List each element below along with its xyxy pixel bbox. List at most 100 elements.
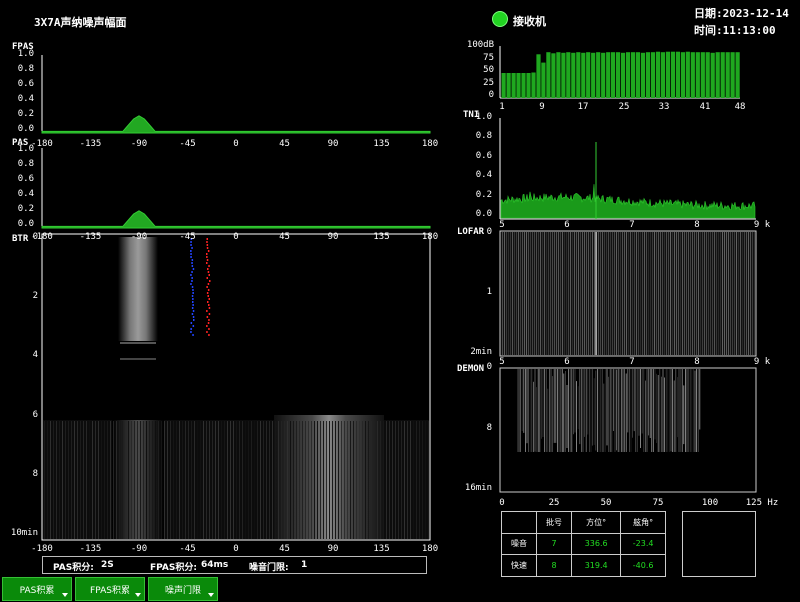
btr-stripe: [131, 421, 132, 539]
band-level-bar: [501, 73, 506, 98]
band-level-bar: [640, 52, 646, 98]
track-point: [207, 295, 209, 297]
track-point: [192, 310, 195, 312]
lofar-x-tick: 7: [629, 357, 635, 367]
lofar-line: [506, 232, 507, 355]
lofar-line: [514, 232, 515, 355]
lofar-line: [588, 232, 589, 355]
btr-stripe: [92, 421, 93, 539]
btr-stripe: [365, 421, 366, 539]
band-level-bar: [730, 52, 735, 98]
track-point: [192, 334, 194, 336]
btr-stripe: [299, 421, 300, 539]
track-point: [207, 268, 209, 270]
lofar-line: [712, 232, 713, 355]
btr-stripe: [242, 421, 243, 539]
btr-stripe: [65, 421, 66, 539]
btr-stripe: [104, 421, 105, 539]
lofar-line: [668, 232, 669, 355]
lofar-line: [730, 232, 731, 355]
btr-stripe: [158, 421, 159, 539]
track-point: [206, 316, 209, 318]
fpas-x-tick: 90: [327, 139, 339, 149]
table-row[interactable]: 快速 8 319.4 -40.6: [500, 554, 666, 577]
target-table-header: 批号 方位° 舷角°: [500, 511, 666, 534]
demon-line: [568, 369, 569, 452]
demon-line: [609, 369, 611, 452]
btr-x-tick: 0: [233, 544, 239, 554]
demon-line: [525, 369, 526, 452]
fpas-y-tick: 0.2: [17, 109, 34, 119]
btr-stripe: [236, 421, 237, 539]
lofar-line: [582, 232, 583, 355]
table-header-cell: 批号: [536, 511, 573, 534]
tni-chart: [499, 118, 756, 220]
btr-stripe: [359, 421, 360, 539]
track-point: [191, 313, 194, 315]
demon-line: [597, 369, 598, 452]
fpas-accumulate-button[interactable]: FPAS积累: [75, 577, 145, 601]
lofar-line: [566, 232, 567, 355]
demon-line: [689, 369, 691, 452]
track-point: [190, 274, 192, 276]
demon-line: [560, 369, 561, 452]
btr-stripe: [80, 421, 81, 539]
demon-line: [643, 369, 645, 452]
table-header-cell: 舷角°: [620, 511, 666, 534]
btr-stripe: [392, 421, 393, 539]
pas-chart: [41, 148, 431, 229]
lofar-line: [602, 232, 603, 355]
btr-stripe: [182, 421, 183, 539]
track-point: [208, 307, 211, 309]
track-point: [191, 295, 194, 297]
demon-line: [619, 369, 621, 452]
track-point: [192, 289, 194, 291]
bars-y-tick: 25: [483, 77, 494, 88]
band-level-bar: [611, 52, 616, 98]
btr-stripe: [194, 421, 195, 539]
band-level-bar: [715, 52, 720, 98]
btr-stripe: [305, 421, 306, 539]
pas-accumulate-button[interactable]: PAS积累: [2, 577, 72, 601]
lofar-line: [544, 232, 545, 355]
demon-line: [547, 388, 549, 452]
lofar-line: [686, 232, 687, 355]
btr-y-tick: 2: [32, 291, 38, 302]
band-level-bar: [670, 51, 675, 98]
lofar-line: [644, 232, 645, 355]
track-point: [206, 262, 208, 264]
btr-x-tick: -135: [79, 544, 102, 554]
track-point: [208, 304, 210, 306]
btr-stripe: [272, 421, 273, 539]
pas-integration-label: PAS积分:: [53, 563, 94, 573]
btr-stripe: [185, 421, 186, 539]
btr-stripe: [74, 421, 75, 539]
band-level-bar: [700, 52, 705, 98]
btr-stripe: [425, 421, 426, 539]
bars-x-tick: 9: [539, 102, 545, 112]
btr-stripe: [314, 421, 315, 539]
lofar-line: [524, 232, 525, 355]
demon-line: [552, 376, 553, 452]
btr-stripe: [398, 421, 399, 539]
btr-stripe: [116, 421, 117, 539]
demon-line: [557, 369, 558, 452]
btr-stripe: [221, 421, 222, 539]
pas-x-tick: 45: [279, 232, 290, 242]
btr-stripe: [137, 421, 138, 539]
lofar-line: [752, 232, 753, 355]
lofar-line: [612, 232, 613, 355]
demon-x-tick: 50: [600, 498, 612, 508]
demon-line: [579, 369, 581, 445]
demon-line: [529, 369, 531, 452]
noise-gate-button[interactable]: 噪声门限: [148, 577, 218, 601]
lofar-line: [550, 232, 551, 355]
demon-line: [561, 369, 563, 452]
lofar-line: [560, 232, 561, 355]
lofar-line: [656, 232, 657, 355]
band-level-bar: [680, 52, 685, 98]
lofar-line: [742, 232, 743, 355]
pas-integration-value: 2S: [101, 560, 114, 570]
demon-line: [573, 369, 574, 435]
table-row[interactable]: 噪音 7 336.6 -23.4: [500, 532, 666, 556]
